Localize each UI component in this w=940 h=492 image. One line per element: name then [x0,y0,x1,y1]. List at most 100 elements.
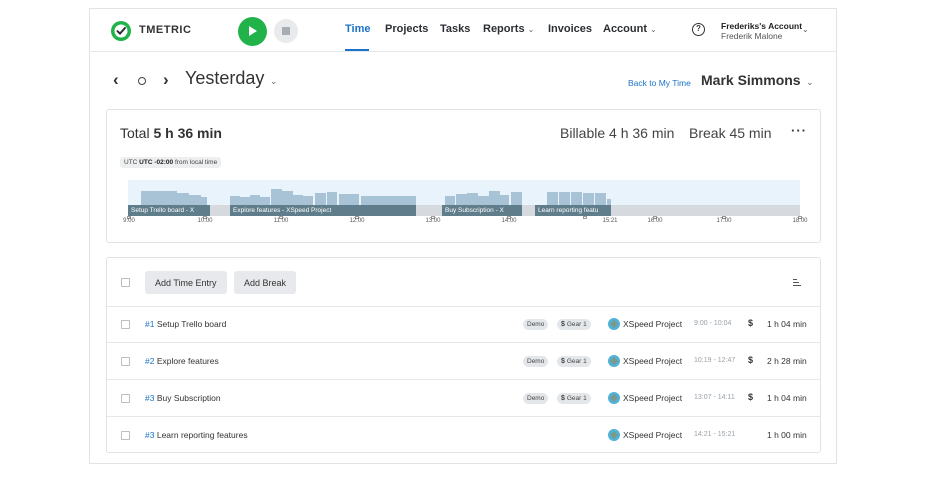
activity-bar [445,196,455,205]
duration[interactable]: 1 h 04 min [767,393,807,403]
tag-demo[interactable]: Demo [523,393,549,404]
activity-bar [303,196,313,205]
tag-gear[interactable]: $ Gear 1 [557,393,591,404]
help-icon[interactable]: ? [692,23,705,36]
tick-label: 14:00 [501,218,517,224]
account-name[interactable]: Frederiks's Account [721,21,802,31]
tick-label: 11:00 [273,218,289,224]
project-name[interactable]: XSpeed Project [623,393,682,403]
utc-label: UTC [124,159,140,166]
tag-demo[interactable]: Demo [523,356,549,367]
nav-projects[interactable]: Projects [385,23,428,35]
timeline-segment[interactable]: Learn reporting featu [535,205,611,216]
row-checkbox[interactable] [121,431,130,440]
timeline-segment[interactable]: Setup Trello board - X [128,205,210,216]
utc-offset-badge: UTC UTC -02:00 from local time [120,157,222,168]
time-range[interactable]: 10:19 - 12:47 [694,357,735,364]
timeline-segment[interactable]: Explore features - XSpeed Project [230,205,416,216]
row-checkbox[interactable] [121,394,130,403]
row-checkbox[interactable] [121,357,130,366]
tmetric-logo-icon [111,21,131,41]
nav-reports-label: Reports [483,23,525,35]
tag-gear[interactable]: $ Gear 1 [557,356,591,367]
duration[interactable]: 1 h 00 min [767,430,807,440]
more-options-button[interactable]: ··· [791,123,807,138]
nav-tasks[interactable]: Tasks [440,23,470,35]
nav-time[interactable]: Time [345,23,370,35]
task-title[interactable]: #1 Setup Trello board [145,319,226,329]
activity-bar [456,194,467,205]
time-range[interactable]: 14:21 - 15:21 [694,431,735,438]
task-title[interactable]: #2 Explore features [145,356,219,366]
table-row[interactable]: #2 Explore features Demo $ Gear 1 XSpeed… [107,344,820,380]
billable-icon[interactable]: $ [748,392,753,402]
billable-icon[interactable]: $ [748,355,753,365]
select-all-checkbox[interactable] [121,278,130,287]
tag-gear-label: Gear 1 [566,358,587,365]
activity-bar [315,193,326,205]
next-day-button[interactable]: › [163,70,169,90]
account-user[interactable]: Frederik Malone [721,31,782,41]
billable-icon[interactable]: $ [748,318,753,328]
nav-account[interactable]: Account ⌄ [603,23,657,35]
tick-mark [583,216,587,219]
chevron-down-icon: ⌄ [267,76,278,86]
activity-bar [189,195,201,205]
app-window: TMETRIC Time Projects Tasks Reports ⌄ Inv… [89,8,837,464]
add-time-entry-button[interactable]: Add Time Entry [145,271,227,294]
task-name: Setup Trello board [156,319,227,329]
project-icon [608,355,620,367]
tick-label: 13:00 [425,218,441,224]
table-row[interactable]: #3 Buy Subscription Demo $ Gear 1 XSpeed… [107,381,820,417]
billable-value: 4 h 36 min [609,125,675,141]
time-entries-card: Add Time Entry Add Break #1 Setup Trello… [106,257,821,453]
add-break-button[interactable]: Add Break [234,271,297,294]
chevron-down-icon: ⌄ [650,25,657,34]
time-range[interactable]: 13:07 - 14:11 [694,394,735,401]
tick-label: 18:00 [792,218,808,224]
prev-day-button[interactable]: ‹ [113,70,119,90]
task-title[interactable]: #3 Buy Subscription [145,393,221,403]
duration[interactable]: 2 h 28 min [767,356,807,366]
nav-invoices[interactable]: Invoices [548,23,592,35]
tag-demo[interactable]: Demo [523,319,549,330]
day-timeline: Setup Trello board - X Explore features … [107,180,822,235]
person-selector[interactable]: Mark Simmons ⌄ [701,72,814,88]
tick-label: 17:00 [716,218,732,224]
duration[interactable]: 1 h 04 min [767,319,807,329]
table-row[interactable]: #3 Learn reporting features XSpeed Proje… [107,418,820,454]
nav-account-label: Account [603,23,647,35]
activity-bar [201,197,207,205]
activity-bar [260,197,270,205]
start-timer-button[interactable] [238,17,267,46]
chevron-down-icon[interactable]: ⌄ [802,25,809,34]
task-number: #2 [145,356,155,366]
sort-icon[interactable] [793,279,801,286]
total-value: 5 h 36 min [153,125,222,141]
project-name[interactable]: XSpeed Project [623,430,682,440]
project-icon [608,429,620,441]
task-title[interactable]: #3 Learn reporting features [145,430,248,440]
today-button[interactable] [138,77,146,85]
back-to-my-time-link[interactable]: Back to My Time [628,78,691,88]
tag-gear[interactable]: $ Gear 1 [557,319,591,330]
project-name[interactable]: XSpeed Project [623,356,682,366]
tick-label: 15:21 [602,218,618,224]
stop-timer-button[interactable] [274,19,298,43]
project-name[interactable]: XSpeed Project [623,319,682,329]
table-row[interactable]: #1 Setup Trello board Demo $ Gear 1 XSpe… [107,307,820,343]
play-icon [249,26,257,36]
activity-bar [240,197,250,205]
nav-reports[interactable]: Reports ⌄ [483,23,534,35]
activity-bar [383,196,394,205]
top-header: TMETRIC Time Projects Tasks Reports ⌄ Inv… [90,9,836,52]
time-range[interactable]: 9:00 - 10:04 [694,320,731,327]
timeline-segment[interactable]: Buy Subscription - X [442,205,522,216]
task-number: #1 [145,319,155,329]
project-icon [608,318,620,330]
activity-bar [282,191,293,205]
utc-value: UTC -02:00 [139,159,174,166]
row-checkbox[interactable] [121,320,130,329]
date-picker[interactable]: Yesterday ⌄ [185,68,277,89]
tick-label: 16:00 [647,218,663,224]
